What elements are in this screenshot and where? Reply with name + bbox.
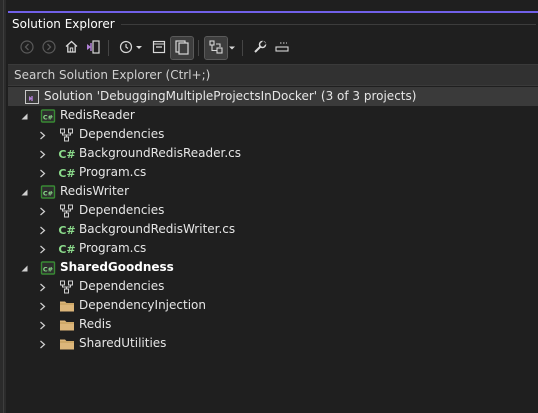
- collapse-arrow-icon[interactable]: [37, 168, 47, 178]
- expand-arrow-icon[interactable]: [19, 111, 29, 121]
- tree-item[interactable]: Dependencies: [8, 201, 538, 220]
- project-label: SharedGoodness: [60, 260, 174, 274]
- preview-selected-items-button[interactable]: [271, 37, 293, 59]
- tree-item[interactable]: SharedUtilities: [8, 334, 538, 353]
- collapse-arrow-icon[interactable]: [37, 301, 47, 311]
- switch-views-button[interactable]: [82, 37, 104, 59]
- folder-icon: [59, 336, 75, 352]
- properties-icon: [252, 39, 268, 58]
- forward-icon: [42, 39, 56, 57]
- pending-changes-filter-icon: [118, 39, 144, 58]
- search-input[interactable]: [14, 66, 514, 83]
- project-node[interactable]: C# RedisReader: [8, 106, 538, 125]
- collapse-arrow-icon[interactable]: [37, 320, 47, 330]
- svg-text:C#: C#: [43, 265, 53, 273]
- tree-item-label: Program.cs: [79, 165, 147, 179]
- solution-label: Solution 'DebuggingMultipleProjectsInDoc…: [44, 89, 417, 103]
- back-button[interactable]: [16, 37, 38, 59]
- tree-item[interactable]: DependencyInjection: [8, 296, 538, 315]
- preview-selected-items-icon: [274, 39, 290, 58]
- sync-with-active-document-icon: [208, 39, 224, 58]
- left-dock-strip: [0, 0, 6, 413]
- csharp-file-icon: C#: [58, 242, 76, 256]
- tree-item-label: Dependencies: [79, 203, 165, 217]
- svg-text:C#: C#: [43, 189, 53, 197]
- active-accent-bar: [8, 11, 538, 13]
- collapse-arrow-icon[interactable]: [37, 149, 47, 159]
- tree-item[interactable]: C# Program.cs: [8, 239, 538, 258]
- tree-item-label: SharedUtilities: [79, 336, 167, 350]
- title-divider: [121, 24, 536, 25]
- tree-item-label: Redis: [79, 317, 112, 331]
- expand-arrow-icon[interactable]: [19, 263, 29, 273]
- collapse-all-button[interactable]: [148, 37, 170, 59]
- solution-node[interactable]: Solution 'DebuggingMultipleProjectsInDoc…: [8, 87, 538, 106]
- tree-item-label: BackgroundRedisWriter.cs: [79, 222, 236, 236]
- search-box[interactable]: [8, 64, 538, 86]
- csharp-file-icon: C#: [58, 166, 76, 180]
- toolbar: [12, 36, 532, 62]
- tree-item[interactable]: Dependencies: [8, 277, 538, 296]
- toolbar-separator: [198, 40, 199, 56]
- back-icon: [20, 39, 34, 57]
- collapse-arrow-icon[interactable]: [37, 206, 47, 216]
- panel-title: Solution Explorer: [12, 17, 115, 31]
- project-node[interactable]: C# SharedGoodness: [8, 258, 538, 277]
- forward-button[interactable]: [38, 37, 60, 59]
- show-all-files-icon: [174, 39, 190, 58]
- tree-item-label: DependencyInjection: [79, 298, 206, 312]
- csharp-file-icon: C#: [58, 147, 76, 161]
- folder-icon: [59, 317, 75, 333]
- collapse-arrow-icon[interactable]: [37, 225, 47, 235]
- tree-item-label: BackgroundRedisReader.cs: [79, 146, 242, 160]
- collapse-arrow-icon[interactable]: [37, 282, 47, 292]
- svg-text:C#: C#: [43, 113, 53, 121]
- project-node[interactable]: C# RedisWriter: [8, 182, 538, 201]
- folder-icon: [59, 298, 75, 314]
- view-options-dropdown[interactable]: [226, 37, 238, 59]
- properties-button[interactable]: [249, 37, 271, 59]
- solution-explorer-panel: Solution Explorer Search Solution Explor…: [8, 0, 538, 413]
- csharp-project-icon: C#: [40, 260, 56, 276]
- dependencies-icon: [59, 127, 75, 143]
- toolbar-separator: [108, 40, 109, 56]
- tree-item-label: Program.cs: [79, 241, 147, 255]
- csharp-file-icon: C#: [58, 223, 76, 237]
- switch-views-icon: [85, 39, 101, 58]
- collapse-arrow-icon[interactable]: [37, 244, 47, 254]
- home-icon: [64, 39, 79, 57]
- tree-item[interactable]: C# BackgroundRedisWriter.cs: [8, 220, 538, 239]
- csharp-project-icon: C#: [40, 184, 56, 200]
- dependencies-icon: [59, 279, 75, 295]
- project-label: RedisWriter: [60, 184, 129, 198]
- dependencies-icon: [59, 203, 75, 219]
- project-label: RedisReader: [60, 108, 135, 122]
- csharp-project-icon: C#: [40, 108, 56, 124]
- tree-item[interactable]: C# Program.cs: [8, 163, 538, 182]
- tree-item[interactable]: Redis: [8, 315, 538, 334]
- home-button[interactable]: [60, 37, 82, 59]
- collapse-arrow-icon[interactable]: [37, 130, 47, 140]
- sync-with-active-document-button[interactable]: [204, 36, 228, 60]
- toolbar-separator: [242, 40, 243, 56]
- tree-item[interactable]: Dependencies: [8, 125, 538, 144]
- show-all-files-button[interactable]: [170, 36, 194, 60]
- collapse-all-icon: [151, 39, 167, 58]
- pending-changes-filter-button[interactable]: [116, 37, 146, 59]
- expand-arrow-icon[interactable]: [19, 187, 29, 197]
- chevron-down-icon: [228, 41, 236, 55]
- tree-item-label: Dependencies: [79, 127, 165, 141]
- tree-item[interactable]: C# BackgroundRedisReader.cs: [8, 144, 538, 163]
- solution-icon: [24, 89, 40, 105]
- tree-item-label: Dependencies: [79, 279, 165, 293]
- collapse-arrow-icon[interactable]: [37, 339, 47, 349]
